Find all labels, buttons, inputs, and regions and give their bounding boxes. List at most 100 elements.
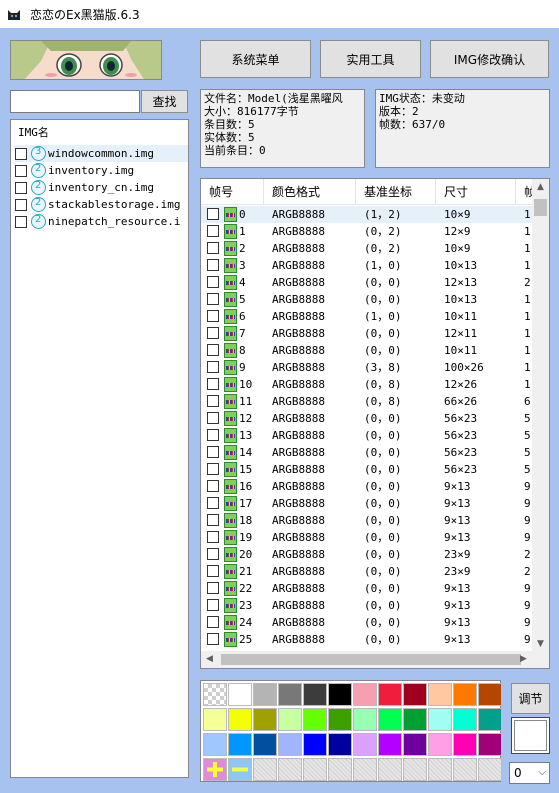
checkbox[interactable] <box>207 361 219 373</box>
table-row[interactable]: 23 ARGB8888 (0，0) 9×13 9 <box>201 597 532 614</box>
color-swatch[interactable] <box>428 733 452 756</box>
table-row[interactable]: 18 ARGB8888 (0，0) 9×13 9 <box>201 512 532 529</box>
checkbox[interactable] <box>207 259 219 271</box>
color-swatch[interactable] <box>428 708 452 731</box>
checkbox[interactable] <box>207 429 219 441</box>
table-row[interactable]: 14 ARGB8888 (0，0) 56×23 5 <box>201 444 532 461</box>
table-row[interactable]: 10ARGB8888(0，8)12×261: <box>201 376 534 393</box>
table-row[interactable]: 5 ARGB8888 (0，0) 10×13 1 <box>201 291 532 308</box>
color-swatch[interactable] <box>378 708 402 731</box>
color-swatch[interactable] <box>303 733 327 756</box>
color-swatch[interactable] <box>278 683 302 706</box>
checkbox[interactable] <box>207 225 219 237</box>
column-header-color-format[interactable]: 颜色格式 <box>264 179 356 205</box>
checkbox[interactable] <box>15 215 27 228</box>
checkbox[interactable] <box>207 514 219 526</box>
scroll-up-arrow-icon[interactable]: ▲ <box>532 179 549 196</box>
color-swatch[interactable] <box>303 708 327 731</box>
checkbox[interactable] <box>207 582 219 594</box>
table-row[interactable]: 25 ARGB8888 (0，0) 9×13 9 <box>201 631 532 648</box>
color-swatch[interactable] <box>378 683 402 706</box>
checkbox[interactable] <box>207 378 219 390</box>
table-row[interactable]: 6 ARGB8888 (1，0) 10×11 1 <box>201 308 532 325</box>
color-swatch[interactable] <box>328 683 352 706</box>
table-row[interactable]: 16 ARGB8888 (0，0) 9×13 9 <box>201 478 532 495</box>
img-list-item[interactable]: windowcommon.img <box>15 145 188 162</box>
color-swatch[interactable] <box>403 683 427 706</box>
table-row[interactable]: 15 ARGB8888 (0，0) 56×23 5 <box>201 461 532 478</box>
add-color-button[interactable] <box>203 758 227 781</box>
color-swatch[interactable] <box>253 708 277 731</box>
color-swatch[interactable] <box>328 733 352 756</box>
checkbox[interactable] <box>207 599 219 611</box>
remove-color-button[interactable] <box>228 758 252 781</box>
empty-swatch[interactable] <box>328 758 352 781</box>
color-swatch[interactable] <box>453 708 477 731</box>
img-list-item[interactable]: ninepatch_resource.i <box>15 213 189 230</box>
search-button[interactable]: 查找 <box>141 90 188 113</box>
checkbox[interactable] <box>207 531 219 543</box>
color-swatch[interactable] <box>353 733 377 756</box>
checkbox[interactable] <box>207 344 219 356</box>
table-row[interactable]: 17 ARGB8888 (0，0) 9×13 9 <box>201 495 532 512</box>
checkbox[interactable] <box>15 164 27 177</box>
checkbox[interactable] <box>207 310 219 322</box>
column-header-frame-no[interactable]: 帧号 <box>201 179 264 205</box>
column-header-base-coord[interactable]: 基准坐标 <box>356 179 436 205</box>
palette-index-select[interactable]: 0 ⌵ <box>509 762 550 784</box>
table-row[interactable]: 3 ARGB8888 (1，0) 10×13 1 <box>201 257 532 274</box>
table-row[interactable]: 2 ARGB8888 (0，2) 10×9 1 <box>201 240 532 257</box>
color-swatch[interactable] <box>378 733 402 756</box>
checkbox[interactable] <box>207 395 219 407</box>
horizontal-scroll-thumb[interactable] <box>221 654 521 665</box>
img-list-item[interactable]: inventory_cn.img <box>15 179 154 196</box>
table-row[interactable]: 4 ARGB8888 (0，0) 12×13 2 <box>201 274 532 291</box>
checkbox[interactable] <box>207 446 219 458</box>
color-swatch[interactable] <box>278 733 302 756</box>
empty-swatch[interactable] <box>378 758 402 781</box>
table-row[interactable]: 8 ARGB8888 (0，0) 10×11 1 <box>201 342 532 359</box>
table-row[interactable]: 1ARGB8888(0，2)12×91: <box>201 223 534 240</box>
color-swatch[interactable] <box>328 708 352 731</box>
table-row[interactable]: 21 ARGB8888 (0，0) 23×9 2 <box>201 563 532 580</box>
checkbox[interactable] <box>207 276 219 288</box>
checkbox[interactable] <box>15 181 27 194</box>
tools-button[interactable]: 实用工具 <box>320 40 421 78</box>
color-swatch[interactable] <box>228 708 252 731</box>
vertical-scrollbar[interactable]: ▲ ▼ <box>532 179 549 653</box>
checkbox[interactable] <box>207 463 219 475</box>
selected-color-swatch[interactable] <box>511 717 550 754</box>
table-row[interactable]: 22 ARGB8888 (0，0) 9×13 9 <box>201 580 532 597</box>
vertical-scroll-thumb[interactable] <box>534 199 547 216</box>
color-swatch[interactable] <box>203 733 227 756</box>
color-swatch[interactable] <box>403 708 427 731</box>
color-swatch[interactable] <box>403 733 427 756</box>
table-row[interactable]: 20 ARGB8888 (0，0) 23×9 2 <box>201 546 532 563</box>
color-swatch[interactable] <box>278 708 302 731</box>
column-header-size[interactable]: 尺寸 <box>436 179 516 205</box>
empty-swatch[interactable] <box>403 758 427 781</box>
checkbox[interactable] <box>15 147 27 160</box>
checkbox[interactable] <box>207 208 219 220</box>
adjust-button[interactable]: 调节 <box>511 683 550 714</box>
color-swatch[interactable] <box>353 683 377 706</box>
table-row[interactable]: 13 ARGB8888 (0，0) 56×23 5 <box>201 427 532 444</box>
empty-swatch[interactable] <box>278 758 302 781</box>
checkbox[interactable] <box>207 633 219 645</box>
checkbox[interactable] <box>207 327 219 339</box>
scroll-left-arrow-icon[interactable]: ◀ <box>201 651 218 668</box>
color-swatch[interactable] <box>228 683 252 706</box>
color-swatch[interactable] <box>203 708 227 731</box>
color-swatch[interactable] <box>253 733 277 756</box>
color-swatch[interactable] <box>478 683 502 706</box>
empty-swatch[interactable] <box>453 758 477 781</box>
color-swatch[interactable] <box>453 733 477 756</box>
table-row[interactable]: 24 ARGB8888 (0，0) 9×13 9 <box>201 614 532 631</box>
empty-swatch[interactable] <box>253 758 277 781</box>
empty-swatch[interactable] <box>478 758 502 781</box>
color-swatch[interactable] <box>478 708 502 731</box>
color-swatch[interactable] <box>303 683 327 706</box>
checkbox[interactable] <box>207 293 219 305</box>
color-swatch[interactable] <box>428 683 452 706</box>
checkbox[interactable] <box>207 412 219 424</box>
